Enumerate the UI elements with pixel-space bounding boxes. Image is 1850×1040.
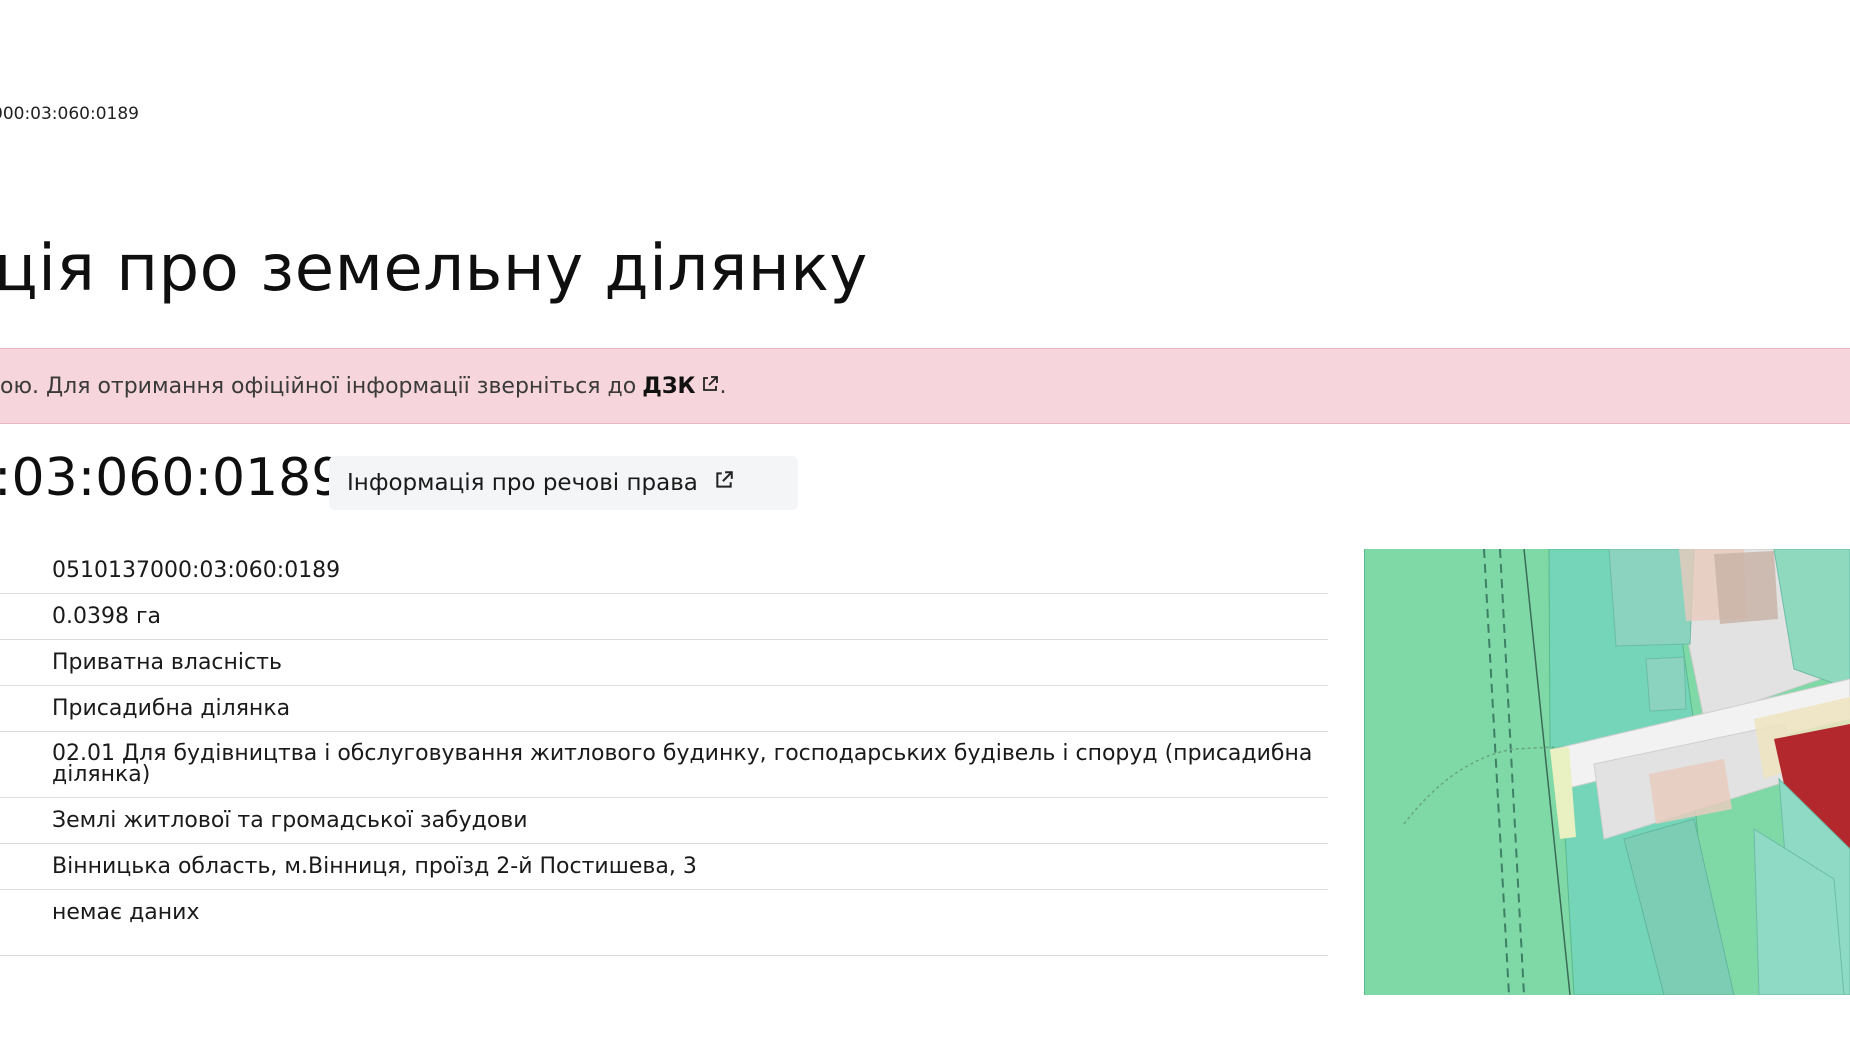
page-title: ція про земельну ділянку (0, 232, 868, 306)
detail-row-area: 0.0398 га (0, 594, 1328, 640)
detail-row-type: Присадибна ділянка (0, 686, 1328, 732)
external-link-icon[interactable] (701, 374, 719, 399)
alert-suffix: . (719, 373, 727, 399)
dzk-link[interactable]: ДЗК (642, 374, 695, 399)
external-link-icon (714, 470, 734, 496)
alert-text: ою. Для отримання офіційної інформації з… (0, 373, 637, 399)
detail-value: 02.01 Для будівництва і обслуговування ж… (52, 740, 1313, 787)
detail-value: Землі житлової та громадської забудови (52, 807, 528, 833)
page: 000:03:060:0189 ція про земельну ділянку… (0, 0, 1850, 1040)
property-rights-button[interactable]: Інформація про речові права (329, 456, 798, 510)
detail-row-address: Вінницька область, м.Вінниця, проїзд 2-й… (0, 844, 1328, 890)
detail-row-other: немає даних (0, 890, 1328, 956)
breadcrumb[interactable]: 000:03:060:0189 (0, 104, 139, 124)
detail-value: немає даних (52, 900, 200, 925)
property-rights-label: Інформація про речові права (347, 470, 698, 496)
map-canvas (1364, 549, 1850, 995)
parcel-details-table: 0510137000:03:060:0189 0.0398 га Приватн… (0, 548, 1328, 956)
detail-value: Приватна власність (52, 649, 282, 675)
detail-row-ownership: Приватна власність (0, 640, 1328, 686)
parcel-map[interactable] (1364, 549, 1850, 995)
detail-value: Вінницька область, м.Вінниця, проїзд 2-й… (52, 853, 697, 879)
detail-value: 0510137000:03:060:0189 (52, 557, 341, 583)
detail-row-land-category: Землі житлової та громадської забудови (0, 798, 1328, 844)
cadastral-number-heading: :03:060:0189 (0, 448, 345, 508)
detail-row-cadastral-number: 0510137000:03:060:0189 (0, 548, 1328, 594)
detail-value: 0.0398 га (52, 603, 162, 629)
detail-row-purpose: 02.01 Для будівництва і обслуговування ж… (0, 732, 1328, 798)
detail-value: Присадибна ділянка (52, 695, 291, 721)
alert-banner: ою. Для отримання офіційної інформації з… (0, 348, 1850, 424)
